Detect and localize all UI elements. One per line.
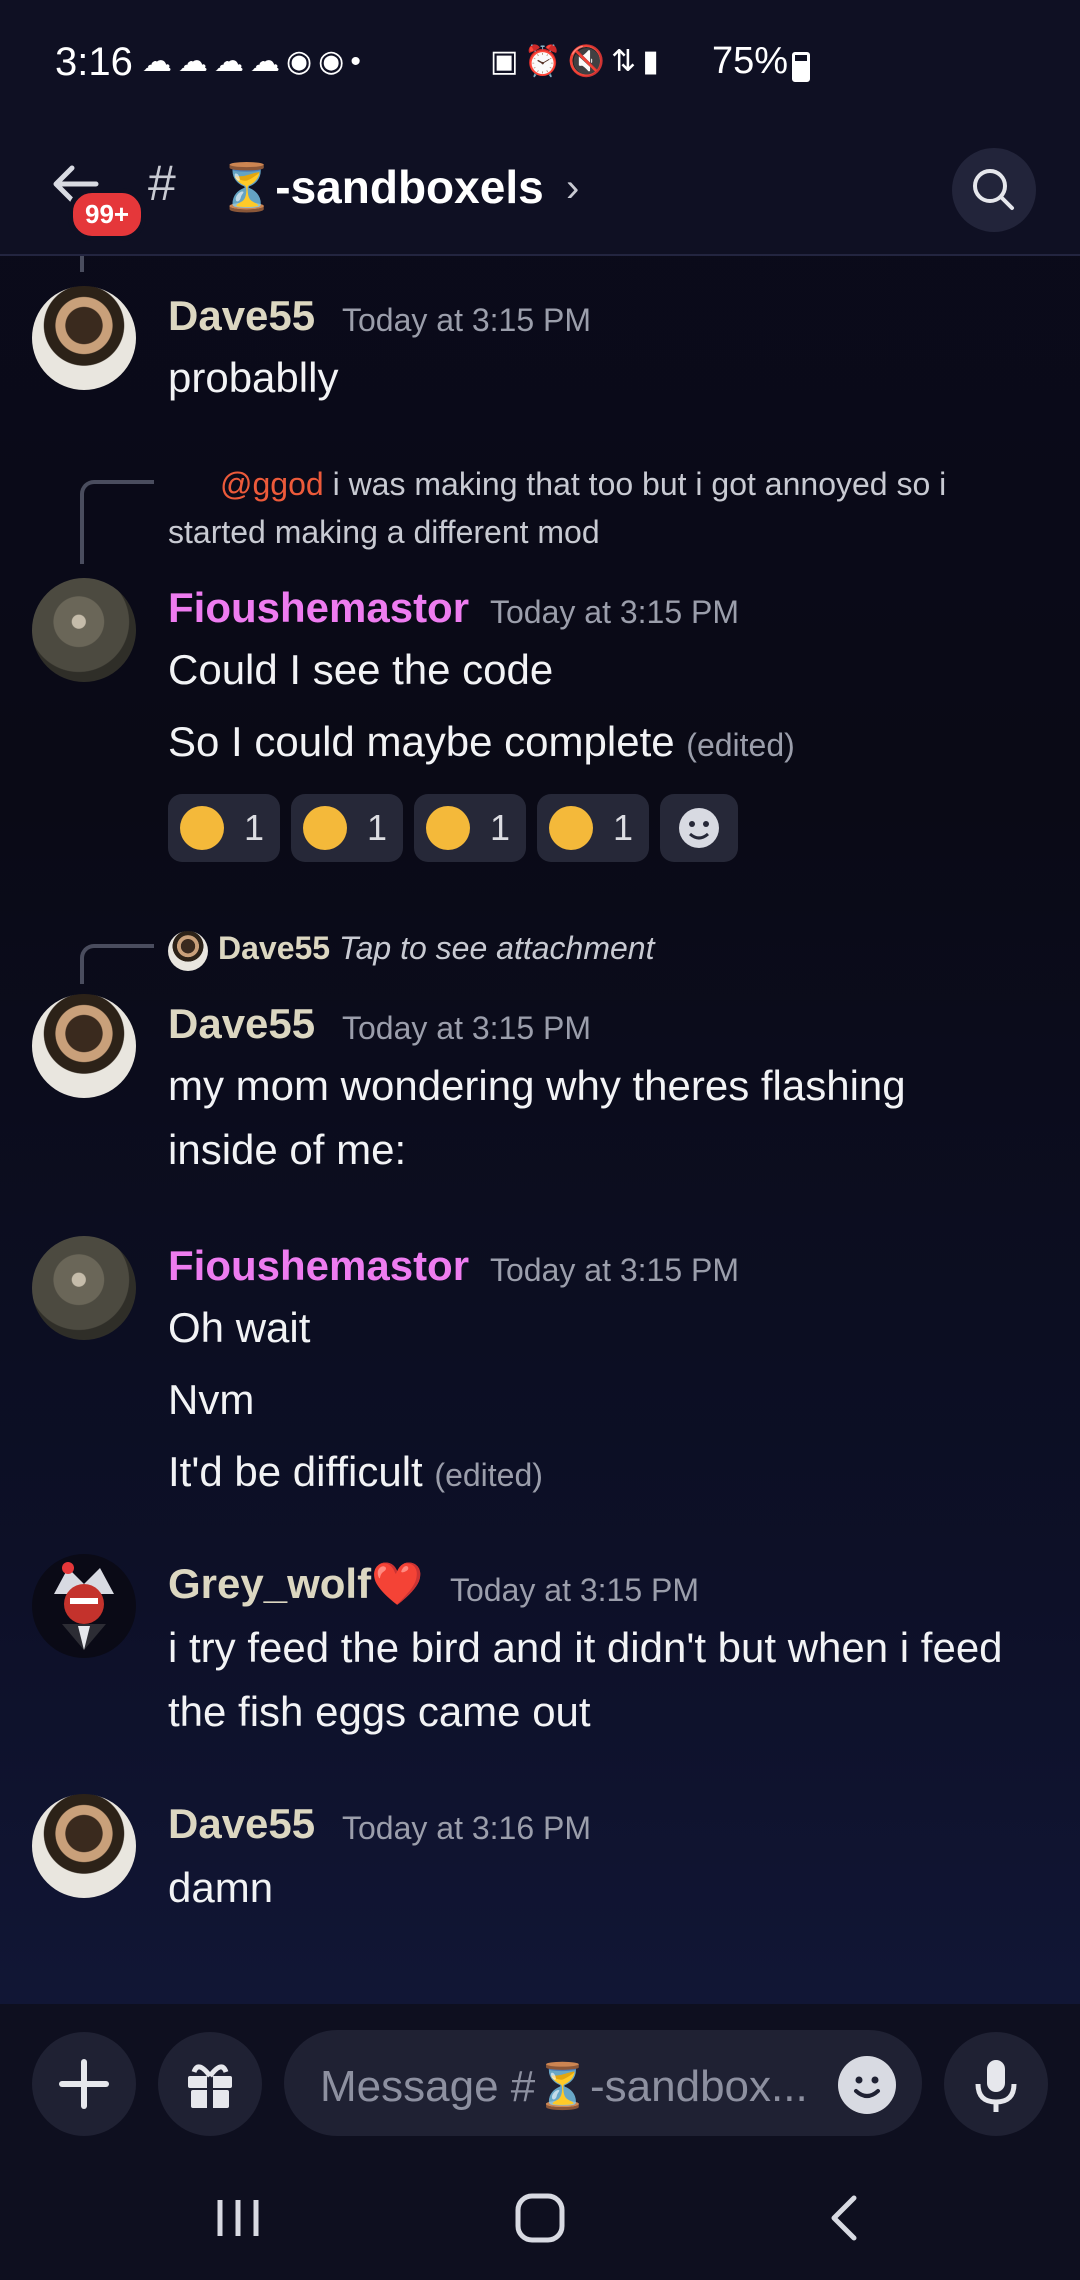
message-author[interactable]: Fioushemastor xyxy=(168,1242,469,1290)
reply-preview[interactable]: @ggod i was making that too but i got an… xyxy=(168,460,1018,556)
avatar[interactable] xyxy=(32,578,136,682)
message-line: So I could maybe complete xyxy=(168,718,675,765)
unread-badge: 99+ xyxy=(68,188,147,241)
devil-emoji-icon xyxy=(180,806,224,850)
gift-icon xyxy=(188,2064,232,2108)
reaction-count: 1 xyxy=(613,807,634,848)
battery-level: 75% xyxy=(712,40,789,82)
channel-header: 99+ # ⏳-sandboxels › xyxy=(0,130,1080,256)
message-text: It'd be difficult (edited) xyxy=(168,1440,1038,1507)
edited-label: (edited) xyxy=(686,727,795,763)
microphone-icon xyxy=(975,2060,1017,2112)
gift-button[interactable] xyxy=(158,2032,262,2136)
message-text: probablly xyxy=(168,354,339,401)
channel-title[interactable]: ⏳-sandboxels xyxy=(218,160,544,215)
message-text: i try feed the bird and it didn't but wh… xyxy=(168,1624,1003,1735)
reaction-chip[interactable]: 1 xyxy=(537,794,649,862)
nav-back-icon[interactable] xyxy=(818,2190,874,2246)
reply-avatar xyxy=(168,930,208,971)
avatar[interactable] xyxy=(32,1554,136,1658)
reply-preview[interactable]: Dave55 Tap to see attachment xyxy=(168,924,1018,972)
notification-icons: ☁☁☁☁◉◉• xyxy=(142,45,367,78)
message-input-placeholder: Message #⏳-sandbox... xyxy=(320,2062,808,2111)
emoji-picker-button[interactable] xyxy=(838,2056,896,2114)
cat-smirk-emoji-icon xyxy=(549,806,593,850)
message-text: Nvm xyxy=(168,1376,255,1423)
smile-emoji-icon xyxy=(303,806,347,850)
avatar[interactable] xyxy=(32,994,136,1098)
reaction-chip[interactable]: 1 xyxy=(168,794,280,862)
chevron-right-icon[interactable]: › xyxy=(566,166,579,211)
reply-mention[interactable]: @ggod xyxy=(220,466,324,502)
reaction-chip[interactable]: 1 xyxy=(414,794,526,862)
message-timestamp: Today at 3:15 PM xyxy=(490,1252,740,1288)
search-button[interactable] xyxy=(952,148,1036,232)
reply-content[interactable]: Tap to see attachment xyxy=(339,930,654,966)
avatar[interactable] xyxy=(32,1236,136,1340)
voice-message-button[interactable] xyxy=(944,2032,1048,2136)
search-icon xyxy=(973,169,1014,210)
message-author[interactable]: Fioushemastor xyxy=(168,584,469,632)
recents-icon[interactable] xyxy=(210,2190,266,2246)
message-author[interactable]: Dave55 xyxy=(168,1000,315,1048)
message-text: Oh wait xyxy=(168,1304,311,1351)
message-author[interactable]: Dave55 xyxy=(168,292,315,340)
system-nav-bar xyxy=(0,2156,1080,2280)
message-author[interactable]: Dave55 xyxy=(168,1800,315,1848)
add-attachment-button[interactable] xyxy=(32,2032,136,2136)
reaction-chip[interactable]: 1 xyxy=(291,794,403,862)
message-timestamp: Today at 3:15 PM xyxy=(490,594,740,630)
message-text: my mom wondering why theres flashing ins… xyxy=(168,1062,906,1173)
reaction-count: 1 xyxy=(490,807,511,848)
emoji-icon xyxy=(854,2076,880,2098)
composer-bar: Message #⏳-sandbox... xyxy=(0,2004,1080,2156)
smirk-emoji-icon xyxy=(426,806,470,850)
reaction-count: 1 xyxy=(367,807,388,848)
reply-connector xyxy=(80,480,154,564)
status-time: 3:16 xyxy=(55,40,133,84)
message-timestamp: Today at 3:16 PM xyxy=(342,1810,592,1846)
message-text: damn xyxy=(168,1864,274,1911)
home-icon[interactable] xyxy=(510,2190,570,2246)
system-icons: ▣⏰🔇⇅▮ xyxy=(490,45,665,78)
reply-connector xyxy=(80,944,154,984)
message-timestamp: Today at 3:15 PM xyxy=(450,1572,700,1608)
add-reaction-button[interactable] xyxy=(660,794,738,862)
message-timestamp: Today at 3:15 PM xyxy=(342,1010,592,1046)
emoji-icon xyxy=(679,808,719,848)
hash-icon: # xyxy=(148,155,176,211)
reply-author[interactable]: Dave55 xyxy=(218,930,330,966)
plus-icon xyxy=(59,2059,109,2109)
status-bar: 3:16 ☁☁☁☁◉◉• ▣⏰🔇⇅▮ 75% xyxy=(0,0,1080,130)
edited-label: (edited) xyxy=(434,1457,543,1493)
message-text: So I could maybe complete (edited) xyxy=(168,710,1038,777)
message-text: Could I see the code xyxy=(168,646,554,693)
reaction-count: 1 xyxy=(244,807,265,848)
battery-icon xyxy=(792,52,810,82)
message-author[interactable]: Grey_wolf❤️ xyxy=(168,1560,423,1609)
wolf-avatar-icon xyxy=(54,1562,114,1650)
message-line: It'd be difficult xyxy=(168,1448,423,1495)
message-input[interactable]: Message #⏳-sandbox... xyxy=(284,2030,922,2136)
avatar[interactable] xyxy=(32,286,136,390)
message-timestamp: Today at 3:15 PM xyxy=(342,302,592,338)
avatar[interactable] xyxy=(32,1794,136,1898)
thread-connector xyxy=(80,256,84,272)
